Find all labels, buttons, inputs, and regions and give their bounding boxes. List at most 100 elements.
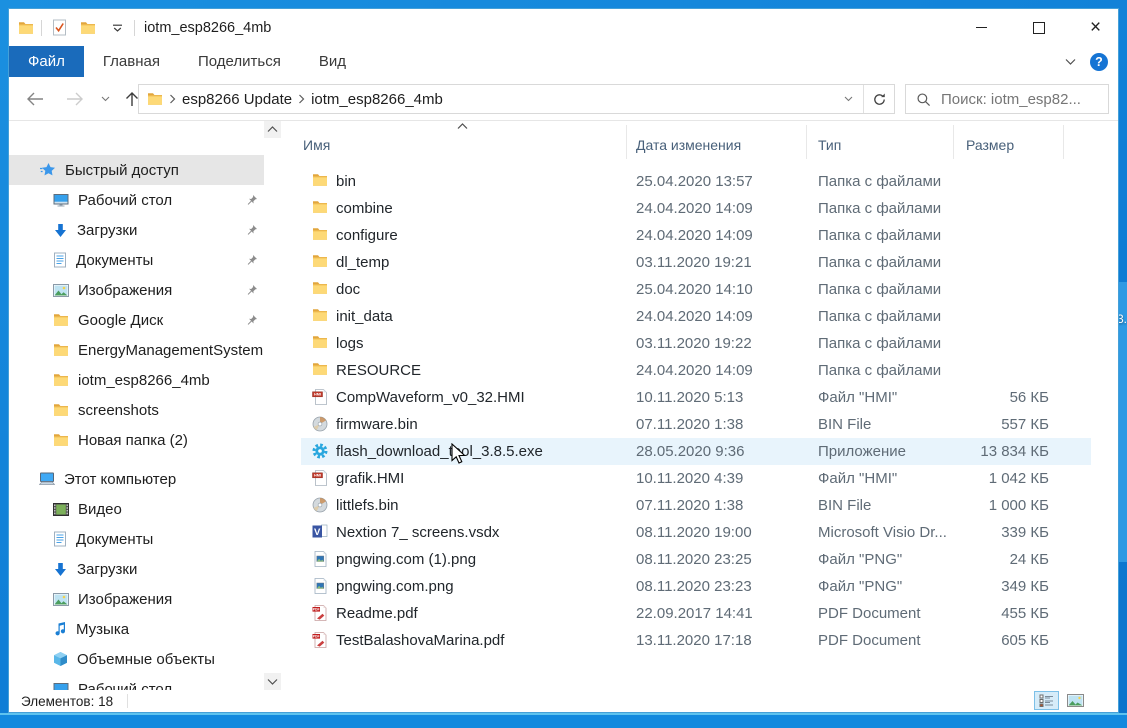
- sidebar-item-desktop-pinned[interactable]: Рабочий стол: [9, 185, 264, 215]
- qat-new-folder-button[interactable]: [78, 17, 98, 39]
- column-separator[interactable]: [806, 125, 807, 159]
- forward-button[interactable]: [57, 77, 91, 120]
- folder-icon: [18, 21, 34, 35]
- file-row[interactable]: HMIgrafik.HMI10.11.2020 4:39Файл "HMI"1 …: [301, 465, 1091, 492]
- sidebar-scrollbar[interactable]: [264, 121, 281, 690]
- tab-share[interactable]: Поделиться: [179, 46, 300, 77]
- tab-home[interactable]: Главная: [84, 46, 179, 77]
- tab-view[interactable]: Вид: [300, 46, 365, 77]
- sidebar-item-pictures[interactable]: Изображения: [9, 584, 264, 614]
- file-size: 1 000 КБ: [891, 492, 1049, 519]
- file-row[interactable]: bin25.04.2020 13:57Папка с файлами: [301, 168, 1091, 195]
- file-row[interactable]: doc25.04.2020 14:10Папка с файлами: [301, 276, 1091, 303]
- file-row[interactable]: PDFTestBalashovaMarina.pdf13.11.2020 17:…: [301, 627, 1091, 654]
- sidebar-item-iotm-folder[interactable]: iotm_esp8266_4mb: [9, 365, 264, 395]
- folder-icon: [312, 173, 328, 187]
- sidebar-item-new-folder-2[interactable]: Новая папка (2): [9, 425, 264, 455]
- maximize-button[interactable]: [1016, 9, 1061, 46]
- address-bar[interactable]: esp8266 Update iotm_esp8266_4mb: [138, 84, 895, 114]
- chev-up-icon: [267, 126, 278, 133]
- sidebar-item-downloads[interactable]: Загрузки: [9, 554, 264, 584]
- minimize-icon: [976, 27, 987, 28]
- thumbnails-view-button[interactable]: [1063, 691, 1088, 710]
- file-row[interactable]: littlefs.bin07.11.2020 1:38BIN File1 000…: [301, 492, 1091, 519]
- objects3d-icon: [53, 651, 68, 667]
- file-row[interactable]: VNextion 7_ screens.vsdx08.11.2020 19:00…: [301, 519, 1091, 546]
- file-row[interactable]: flash_download_tool_3.8.5.exe28.05.2020 …: [301, 438, 1091, 465]
- sidebar-item-music[interactable]: Музыка: [9, 614, 264, 644]
- music-icon: [53, 621, 67, 637]
- file-name: dl_temp: [336, 249, 389, 276]
- file-row[interactable]: dl_temp03.11.2020 19:21Папка с файлами: [301, 249, 1091, 276]
- folder-icon: [312, 308, 328, 322]
- file-row[interactable]: HMICompWaveform_v0_32.HMI10.11.2020 5:13…: [301, 384, 1091, 411]
- minimize-button[interactable]: [959, 9, 1004, 46]
- sidebar-item-objects-3d[interactable]: Объемные объекты: [9, 644, 264, 674]
- file-name: bin: [336, 168, 356, 195]
- file-row[interactable]: PDFReadme.pdf22.09.2017 14:41PDF Documen…: [301, 600, 1091, 627]
- sidebar-item-documents-pinned[interactable]: Документы: [9, 245, 264, 275]
- sidebar-item-label: Загрузки: [77, 222, 245, 239]
- file-date: 10.11.2020 5:13: [636, 384, 743, 411]
- file-date: 24.04.2020 14:09: [636, 222, 753, 249]
- pin-icon: [245, 224, 258, 237]
- sidebar-item-this-pc[interactable]: Этот компьютер: [9, 464, 264, 494]
- sidebar-item-energy-folder[interactable]: EnergyManagementSystemN: [9, 335, 264, 365]
- file-size: 13 834 КБ: [891, 438, 1049, 465]
- folder-icon: [53, 433, 69, 447]
- column-separator[interactable]: [626, 125, 627, 159]
- column-separator[interactable]: [1063, 125, 1064, 159]
- disc-icon: [312, 416, 328, 432]
- sidebar-item-desktop[interactable]: Рабочий стол: [9, 674, 264, 690]
- column-header-date[interactable]: Дата изменения: [636, 131, 741, 159]
- desktop-bottom-strip: [0, 713, 1127, 728]
- sidebar-item-label: Изображения: [78, 282, 245, 299]
- sidebar-item-pictures-pinned[interactable]: Изображения: [9, 275, 264, 305]
- column-header-type[interactable]: Тип: [818, 131, 841, 159]
- file-row[interactable]: configure24.04.2020 14:09Папка с файлами: [301, 222, 1091, 249]
- file-row[interactable]: pngwing.com.png08.11.2020 23:23Файл "PNG…: [301, 573, 1091, 600]
- breadcrumb-item[interactable]: esp8266 Update: [182, 91, 292, 108]
- file-row[interactable]: logs03.11.2020 19:22Папка с файлами: [301, 330, 1091, 357]
- column-separator[interactable]: [953, 125, 954, 159]
- scroll-up-icon[interactable]: [264, 121, 281, 138]
- qat-customize-button[interactable]: [107, 17, 127, 39]
- file-row[interactable]: init_data24.04.2020 14:09Папка с файлами: [301, 303, 1091, 330]
- breadcrumb-item[interactable]: iotm_esp8266_4mb: [311, 91, 443, 108]
- file-name: grafik.HMI: [336, 465, 404, 492]
- sidebar-item-google-drive[interactable]: Google Диск: [9, 305, 264, 335]
- image-icon: [312, 551, 328, 567]
- sidebar-item-screenshots[interactable]: screenshots: [9, 395, 264, 425]
- close-button[interactable]: ×: [1073, 9, 1118, 46]
- sidebar-item-downloads-pinned[interactable]: Загрузки: [9, 215, 264, 245]
- details-view-button[interactable]: [1034, 691, 1059, 710]
- file-date: 25.04.2020 14:10: [636, 276, 753, 303]
- help-icon[interactable]: ?: [1090, 53, 1108, 71]
- file-row[interactable]: firmware.bin07.11.2020 1:38BIN File557 К…: [301, 411, 1091, 438]
- sidebar-item-label: Объемные объекты: [77, 651, 264, 668]
- column-header-size[interactable]: Размер: [966, 131, 1014, 159]
- file-date: 08.11.2020 23:23: [636, 573, 752, 600]
- downloads-icon: [53, 562, 68, 577]
- scroll-down-icon[interactable]: [264, 673, 281, 690]
- file-name: RESOURCE: [336, 357, 421, 384]
- file-row[interactable]: pngwing.com (1).png08.11.2020 23:25Файл …: [301, 546, 1091, 573]
- file-name: pngwing.com (1).png: [336, 546, 476, 573]
- file-row[interactable]: combine24.04.2020 14:09Папка с файлами: [301, 195, 1091, 222]
- sidebar-item-videos[interactable]: Видео: [9, 494, 264, 524]
- back-button[interactable]: [17, 77, 53, 120]
- file-size: 349 КБ: [891, 573, 1049, 600]
- refresh-button[interactable]: [863, 85, 894, 113]
- recent-locations-chevron-icon[interactable]: [93, 77, 117, 120]
- file-name: TestBalashovaMarina.pdf: [336, 627, 504, 654]
- search-input[interactable]: [939, 90, 1102, 109]
- ribbon-collapse-chevron-icon[interactable]: [1065, 58, 1076, 65]
- address-dropdown-chevron-icon[interactable]: [833, 85, 863, 113]
- qat-properties-button[interactable]: [49, 17, 69, 39]
- tab-file[interactable]: Файл: [9, 46, 84, 77]
- file-row[interactable]: RESOURCE24.04.2020 14:09Папка с файлами: [301, 357, 1091, 384]
- column-header-name[interactable]: Имя: [303, 131, 330, 159]
- sidebar-item-documents[interactable]: Документы: [9, 524, 264, 554]
- sidebar-item-quick-access[interactable]: Быстрый доступ: [9, 155, 264, 185]
- app-folder-icon: [18, 21, 34, 35]
